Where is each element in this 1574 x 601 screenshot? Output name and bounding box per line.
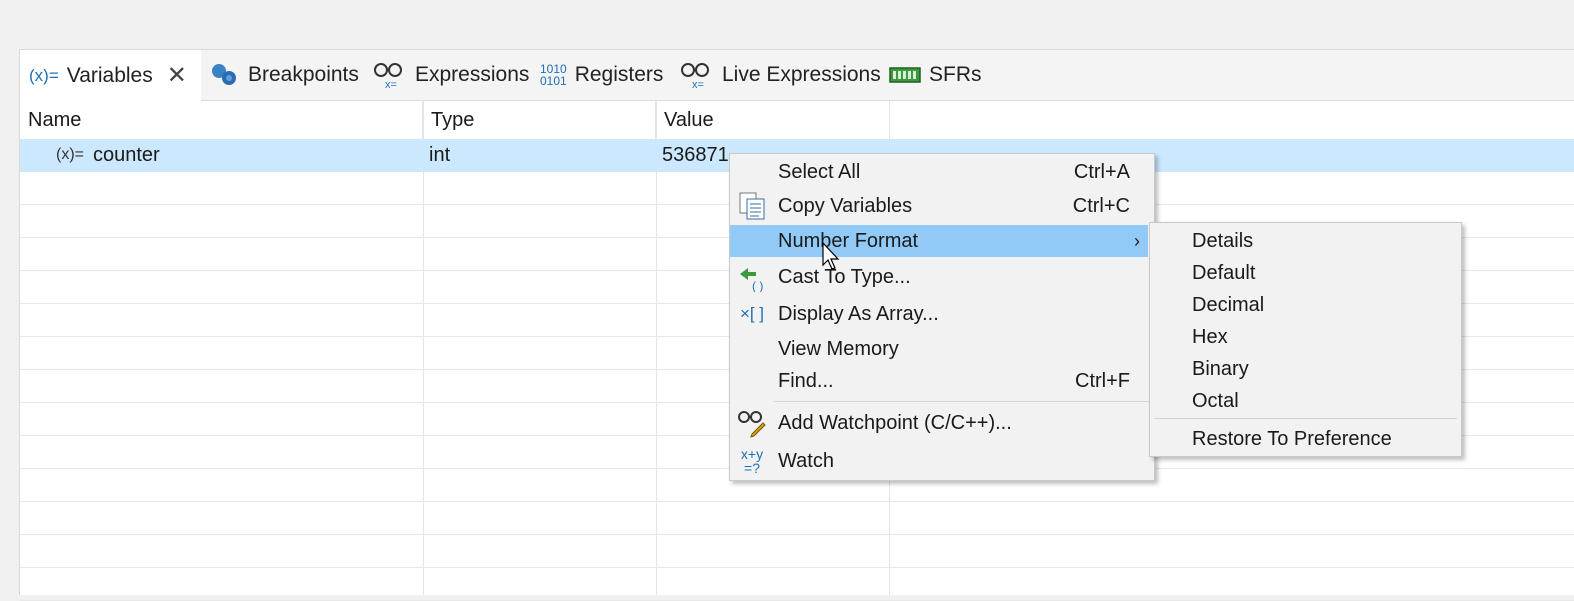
menu-item-watch[interactable]: x+y =? Watch <box>730 445 1154 477</box>
menu-item-label: Number Format <box>778 229 919 252</box>
table-row <box>20 568 1574 601</box>
menu-item-add-watchpoint[interactable]: Add Watchpoint (C/C++)... <box>730 407 1154 439</box>
tab-registers-label: Registers <box>574 63 664 86</box>
submenu-item-octal[interactable]: Octal <box>1150 385 1461 417</box>
watch-icon-bottom: =? <box>744 460 760 476</box>
array-icon: ×[ ] <box>739 304 765 323</box>
cast-icon: ( ) <box>734 261 770 293</box>
breakpoints-icon <box>210 62 240 88</box>
submenu-item-restore-to-preference[interactable]: Restore To Preference <box>1150 423 1461 455</box>
tab-variables-label: Variables <box>66 63 153 87</box>
menu-item-cast-to-type[interactable]: ( ) Cast To Type... <box>730 261 1154 293</box>
menu-item-display-as-array[interactable]: ×[ ] Display As Array... <box>730 298 1154 330</box>
submenu-item-label: Binary <box>1192 357 1249 380</box>
copy-icon <box>734 190 770 222</box>
context-menu: Select All Ctrl+A Copy Variables Ctrl+C … <box>729 153 1155 481</box>
menu-item-number-format[interactable]: Number Format › <box>730 225 1148 257</box>
svg-text:x=: x= <box>692 79 704 90</box>
tab-breakpoints-label: Breakpoints <box>248 63 359 86</box>
expressions-icon: x= <box>373 60 407 90</box>
svg-text:x=: x= <box>385 79 397 90</box>
watchpoint-icon <box>734 407 770 439</box>
submenu-item-decimal[interactable]: Decimal <box>1150 289 1461 321</box>
menu-item-shortcut: Ctrl+C <box>1072 194 1130 217</box>
submenu-separator <box>1154 418 1457 419</box>
menu-separator <box>774 401 1150 402</box>
watch-icon: x+y =? <box>734 445 770 477</box>
menu-item-shortcut: Ctrl+F <box>1075 369 1130 392</box>
menu-item-view-memory[interactable]: View Memory <box>730 333 1154 365</box>
submenu-item-label: Details <box>1192 229 1254 252</box>
column-header-name[interactable]: Name <box>20 101 423 139</box>
tab-breakpoints[interactable]: Breakpoints <box>210 50 359 100</box>
submenu-item-label: Octal <box>1192 389 1239 412</box>
registers-icon-bottom: 0101 <box>540 74 567 88</box>
mouse-cursor-icon <box>822 242 840 270</box>
menu-item-label: Display As Array... <box>778 302 939 325</box>
variable-icon: (x)= <box>56 146 84 163</box>
tab-sfrs-label: SFRs <box>929 63 982 86</box>
tab-expressions-label: Expressions <box>415 63 530 86</box>
submenu-item-label: Restore To Preference <box>1192 427 1392 450</box>
submenu-item-label: Hex <box>1192 325 1228 348</box>
table-row <box>20 535 1574 568</box>
menu-item-find[interactable]: Find... Ctrl+F <box>730 365 1154 397</box>
menu-item-label: Cast To Type... <box>778 265 911 288</box>
submenu-item-binary[interactable]: Binary <box>1150 353 1461 385</box>
number-format-submenu: Details Default Decimal Hex Binary Octal… <box>1149 222 1462 457</box>
menu-item-label: View Memory <box>778 337 899 360</box>
row-name: counter <box>93 144 160 166</box>
menu-item-label: Copy Variables <box>778 194 913 217</box>
submenu-item-label: Default <box>1192 261 1256 284</box>
menu-item-shortcut: Ctrl+A <box>1073 160 1130 183</box>
menu-item-label: Add Watchpoint (C/C++)... <box>778 411 1012 434</box>
registers-icon: 1010 0101 <box>540 63 567 87</box>
top-toolbar-area <box>0 0 1574 49</box>
tab-registers[interactable]: 1010 0101 Registers <box>540 50 663 100</box>
tab-expressions[interactable]: x= Expressions <box>373 50 529 100</box>
tab-live-expressions[interactable]: x= Live Expressions <box>680 50 881 100</box>
row-type: int <box>429 144 451 166</box>
variables-icon: (x)= <box>29 65 59 85</box>
menu-item-select-all[interactable]: Select All Ctrl+A <box>730 156 1154 188</box>
menu-item-label: Watch <box>778 449 834 472</box>
column-header-type[interactable]: Type <box>423 101 656 139</box>
submenu-arrow-icon: › <box>1134 230 1140 251</box>
close-icon[interactable]: ✕ <box>167 61 187 90</box>
submenu-item-details[interactable]: Details <box>1150 225 1461 257</box>
submenu-item-label: Decimal <box>1192 293 1265 316</box>
menu-item-label: Select All <box>778 160 861 183</box>
live-expressions-icon: x= <box>680 60 714 90</box>
view-tab-bar: (x)= Variables ✕ Breakpoints x= Expressi… <box>20 50 1574 101</box>
row-value: 536871 <box>662 144 729 166</box>
column-header-value[interactable]: Value <box>656 101 890 139</box>
menu-item-label: Find... <box>778 369 834 392</box>
table-row <box>20 502 1574 535</box>
tab-live-expressions-label: Live Expressions <box>722 63 881 86</box>
tab-variables[interactable]: (x)= Variables ✕ <box>20 50 201 101</box>
svg-text:( ): ( ) <box>752 279 763 292</box>
submenu-item-default[interactable]: Default <box>1150 257 1461 289</box>
watch-icon-top: x+y <box>740 446 764 462</box>
sfrs-icon <box>889 65 921 85</box>
menu-item-copy-variables[interactable]: Copy Variables Ctrl+C <box>730 190 1154 222</box>
tab-sfrs[interactable]: SFRs <box>889 50 982 100</box>
submenu-item-hex[interactable]: Hex <box>1150 321 1461 353</box>
